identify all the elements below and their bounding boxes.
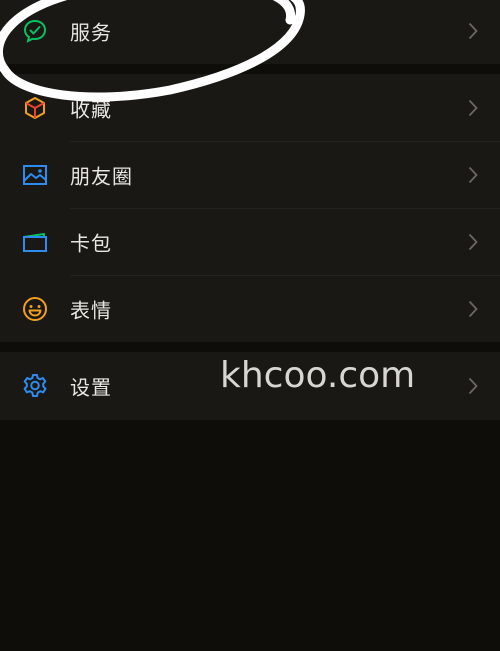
favorites-cube-icon	[22, 95, 48, 121]
menu-item-label: 卡包	[70, 231, 112, 255]
menu-item-services[interactable]: 服务	[0, 0, 500, 64]
group-divider	[0, 342, 500, 352]
card-wallet-icon	[22, 229, 48, 255]
me-page-menu: 服务 收藏 朋友圈 卡包 表情 设置 khcoo.com	[0, 0, 500, 651]
menu-item-settings[interactable]: 设置	[0, 352, 500, 420]
menu-item-label: 设置	[70, 375, 112, 400]
menu-group-services: 服务	[0, 0, 500, 64]
chevron-right-icon	[468, 22, 478, 40]
menu-group-main: 收藏 朋友圈 卡包 表情	[0, 74, 500, 342]
group-divider	[0, 64, 500, 74]
menu-item-card-wallet[interactable]: 卡包	[0, 208, 500, 275]
settings-gear-icon	[22, 373, 48, 399]
chevron-right-icon	[468, 166, 478, 184]
moments-image-icon	[22, 162, 48, 188]
menu-item-label: 收藏	[70, 97, 112, 121]
menu-item-stickers[interactable]: 表情	[0, 275, 500, 342]
chevron-right-icon	[468, 99, 478, 117]
menu-item-moments[interactable]: 朋友圈	[0, 141, 500, 208]
menu-item-label: 服务	[70, 20, 112, 44]
menu-group-settings: 设置	[0, 352, 500, 420]
chevron-right-icon	[468, 233, 478, 251]
menu-item-label: 朋友圈	[70, 164, 133, 188]
smiley-icon	[22, 296, 48, 322]
chevron-right-icon	[468, 300, 478, 318]
menu-item-favorites[interactable]: 收藏	[0, 74, 500, 141]
services-icon	[22, 18, 48, 44]
chevron-right-icon	[468, 377, 478, 395]
menu-item-label: 表情	[70, 298, 112, 322]
